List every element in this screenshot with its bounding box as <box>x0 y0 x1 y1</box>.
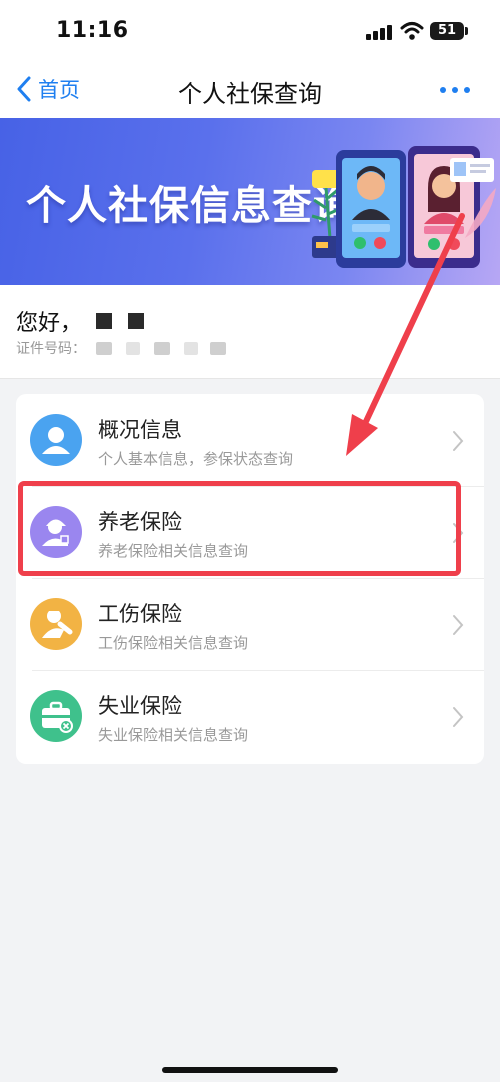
briefcase-icon <box>30 690 82 742</box>
greeting-text: 您好， <box>16 311 83 336</box>
battery-tip <box>465 27 468 35</box>
banner: 个人社保信息查询 <box>0 118 500 285</box>
insurance-menu-card: 概况信息 个人基本信息，参保状态查询 养老保险 养老保险相关信息查询 工伤保险 … <box>16 394 484 764</box>
masked-name <box>128 313 145 329</box>
person-icon <box>30 414 82 466</box>
chevron-right-icon <box>453 431 464 451</box>
nav-bar: 首页 个人社保查询 <box>0 62 500 118</box>
chevron-right-icon <box>453 707 464 727</box>
menu-item-title: 工伤保险 <box>98 602 182 626</box>
highlight-box <box>18 481 461 576</box>
signal-icon <box>366 24 392 40</box>
menu-item-title: 失业保险 <box>98 694 182 718</box>
menu-item-work-injury-insurance[interactable]: 工伤保险 工伤保险相关信息查询 <box>16 578 484 670</box>
menu-item-subtitle: 工伤保险相关信息查询 <box>98 634 249 652</box>
chevron-right-icon <box>453 615 464 635</box>
injured-worker-icon <box>30 598 82 650</box>
page-title: 个人社保查询 <box>178 80 322 108</box>
menu-item-title: 概况信息 <box>98 418 182 442</box>
battery-icon: 51 <box>430 22 464 40</box>
masked-id <box>96 341 112 355</box>
menu-item-unemployment-insurance[interactable]: 失业保险 失业保险相关信息查询 <box>16 670 484 762</box>
masked-id <box>154 341 170 355</box>
menu-item-overview[interactable]: 概况信息 个人基本信息，参保状态查询 <box>16 394 484 486</box>
status-bar: 11:16 51 <box>0 0 500 62</box>
user-greeting-section: 您好， 证件号码： <box>0 285 500 379</box>
masked-id <box>126 341 140 355</box>
face-scan-illustration-icon <box>311 146 496 268</box>
more-menu-icon[interactable] <box>440 78 470 102</box>
menu-item-subtitle: 个人基本信息，参保状态查询 <box>98 450 294 468</box>
home-indicator <box>162 1067 338 1073</box>
menu-item-subtitle: 失业保险相关信息查询 <box>98 726 249 744</box>
masked-id <box>184 341 198 355</box>
masked-id <box>210 341 226 355</box>
masked-name <box>96 313 113 329</box>
id-number-label: 证件号码： <box>16 341 86 357</box>
status-time: 11:16 <box>56 18 129 43</box>
wifi-icon <box>400 21 424 41</box>
